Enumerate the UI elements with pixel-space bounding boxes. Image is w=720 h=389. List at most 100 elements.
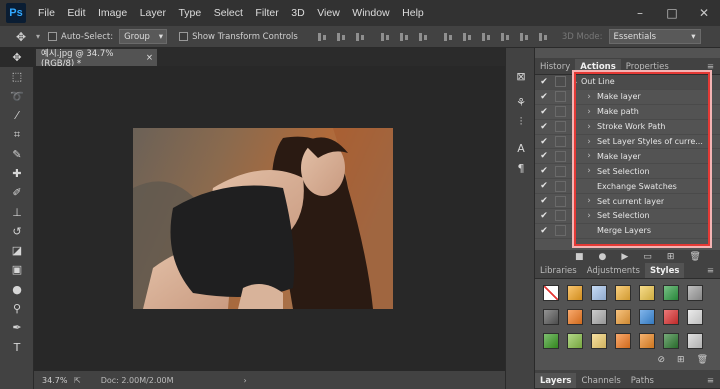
- style-swatch[interactable]: [615, 285, 631, 301]
- crop-tool-icon[interactable]: ⌗: [0, 125, 34, 144]
- trash-icon[interactable]: 🗑: [689, 252, 700, 262]
- style-swatch[interactable]: [687, 309, 703, 325]
- check-icon[interactable]: ✔: [535, 166, 553, 176]
- style-swatch[interactable]: [591, 309, 607, 325]
- check-icon[interactable]: ✔: [535, 151, 553, 161]
- distribute-left-icon[interactable]: [499, 31, 512, 43]
- style-swatch[interactable]: [639, 309, 655, 325]
- style-swatch[interactable]: [591, 285, 607, 301]
- trash-icon[interactable]: 🗑: [697, 355, 708, 365]
- maximize-button[interactable]: □: [656, 0, 688, 26]
- align-left-icon[interactable]: [379, 31, 392, 43]
- gradient-tool-icon[interactable]: ▣: [0, 260, 34, 279]
- menu-window[interactable]: Window: [352, 7, 389, 19]
- dodge-tool-icon[interactable]: ⚲: [0, 299, 34, 318]
- tab-properties[interactable]: Properties: [621, 59, 674, 74]
- dialog-toggle[interactable]: [555, 136, 566, 147]
- action-set-row[interactable]: ✔ ⌄ Out Line: [535, 75, 720, 90]
- action-row[interactable]: ✔ › Stroke Work Path: [535, 120, 720, 135]
- stop-icon[interactable]: ■: [575, 252, 584, 262]
- style-swatch[interactable]: [567, 333, 583, 349]
- history-brush-tool-icon[interactable]: ↺: [0, 222, 34, 241]
- dialog-toggle[interactable]: [555, 225, 566, 237]
- style-swatch[interactable]: [639, 333, 655, 349]
- style-swatch[interactable]: [543, 333, 559, 349]
- align-right-icon[interactable]: [417, 31, 430, 43]
- action-row[interactable]: ✔ › Set Layer Styles of curre...: [535, 135, 720, 150]
- align-bottom-icon[interactable]: [354, 31, 367, 43]
- chevron-right-icon[interactable]: ›: [581, 107, 597, 117]
- document-image[interactable]: [133, 128, 393, 309]
- style-swatch[interactable]: [687, 333, 703, 349]
- tab-styles[interactable]: Styles: [644, 263, 685, 278]
- style-swatch[interactable]: [567, 309, 583, 325]
- lasso-tool-icon[interactable]: ➰: [0, 87, 34, 106]
- chevron-right-icon[interactable]: ›: [244, 376, 247, 385]
- chevron-down-icon[interactable]: ▾: [36, 32, 40, 41]
- chevron-right-icon[interactable]: ›: [581, 137, 597, 147]
- chevron-right-icon[interactable]: ›: [581, 166, 597, 176]
- folder-icon[interactable]: ▭: [643, 252, 652, 262]
- style-swatch[interactable]: [663, 309, 679, 325]
- dialog-toggle[interactable]: [555, 91, 566, 103]
- tab-channels[interactable]: Channels: [576, 373, 625, 388]
- dialog-toggle[interactable]: [555, 76, 566, 88]
- style-swatch[interactable]: [687, 285, 703, 301]
- tab-layers[interactable]: Layers: [535, 373, 577, 388]
- action-row[interactable]: ✔ › Make layer: [535, 90, 720, 105]
- check-icon[interactable]: ✔: [535, 122, 553, 132]
- eyedropper-tool-icon[interactable]: ✎: [0, 144, 34, 163]
- magic-wand-tool-icon[interactable]: ⁄: [0, 106, 34, 125]
- distribute-top-icon[interactable]: [442, 31, 455, 43]
- action-row[interactable]: ✔ › Set Selection: [535, 164, 720, 180]
- dialog-toggle[interactable]: [555, 106, 566, 118]
- style-swatch[interactable]: [663, 285, 679, 301]
- align-middle-icon[interactable]: [335, 31, 348, 43]
- adjustments-icon[interactable]: ⫶: [506, 112, 536, 132]
- chevron-right-icon[interactable]: ›: [581, 196, 597, 206]
- check-icon[interactable]: ✔: [535, 137, 553, 147]
- action-row[interactable]: ✔ › Make layer: [535, 149, 720, 165]
- dialog-toggle[interactable]: [555, 121, 566, 133]
- auto-select-dropdown[interactable]: Group ▾: [119, 29, 168, 44]
- dialog-toggle[interactable]: [555, 165, 566, 177]
- menu-image[interactable]: Image: [98, 7, 127, 19]
- menu-type[interactable]: Type: [178, 7, 201, 19]
- close-icon[interactable]: ×: [146, 53, 153, 63]
- action-row[interactable]: ✔ › Make path: [535, 105, 720, 120]
- brush-tool-icon[interactable]: ✐: [0, 183, 34, 202]
- clear-style-icon[interactable]: ⊘: [657, 355, 665, 365]
- auto-select-checkbox[interactable]: [48, 32, 58, 41]
- chevron-right-icon[interactable]: ›: [581, 92, 597, 102]
- distribute-right-icon[interactable]: [537, 31, 550, 43]
- new-action-icon[interactable]: ⊞: [667, 252, 675, 262]
- blur-tool-icon[interactable]: ●: [0, 280, 34, 299]
- action-row[interactable]: ✔ Merge Layers: [535, 224, 720, 239]
- clone-stamp-tool-icon[interactable]: ⊥: [0, 202, 34, 221]
- check-icon[interactable]: ✔: [535, 107, 553, 117]
- menu-edit[interactable]: Edit: [67, 7, 85, 19]
- panel-menu-icon[interactable]: ≡: [707, 59, 714, 74]
- tab-history[interactable]: History: [535, 59, 575, 74]
- workspace-dropdown[interactable]: Essentials ▾: [608, 29, 701, 44]
- style-swatch[interactable]: [591, 333, 607, 349]
- style-swatch[interactable]: [615, 333, 631, 349]
- style-swatch[interactable]: [663, 333, 679, 349]
- brush-presets-icon[interactable]: ⚘: [506, 92, 536, 112]
- new-style-icon[interactable]: ⊞: [677, 355, 685, 365]
- distribute-center-icon[interactable]: [518, 31, 531, 43]
- action-row[interactable]: ✔ › Set current layer: [535, 194, 720, 210]
- align-top-icon[interactable]: [316, 31, 329, 43]
- document-tab[interactable]: 예시.jpg @ 34.7% (RGB/8) * ×: [36, 49, 157, 69]
- menu-help[interactable]: Help: [402, 7, 424, 19]
- share-icon[interactable]: ⇱: [74, 376, 81, 385]
- navigator-icon[interactable]: ⊠: [506, 66, 536, 86]
- character-icon[interactable]: A: [506, 138, 536, 158]
- marquee-tool-icon[interactable]: ⬚: [0, 67, 34, 86]
- style-swatch[interactable]: [639, 285, 655, 301]
- paragraph-icon[interactable]: ¶: [506, 158, 536, 178]
- chevron-right-icon[interactable]: ›: [581, 151, 597, 161]
- chevron-down-icon[interactable]: ⌄: [569, 77, 581, 87]
- dialog-toggle[interactable]: [555, 195, 566, 207]
- chevron-right-icon[interactable]: ›: [581, 211, 597, 221]
